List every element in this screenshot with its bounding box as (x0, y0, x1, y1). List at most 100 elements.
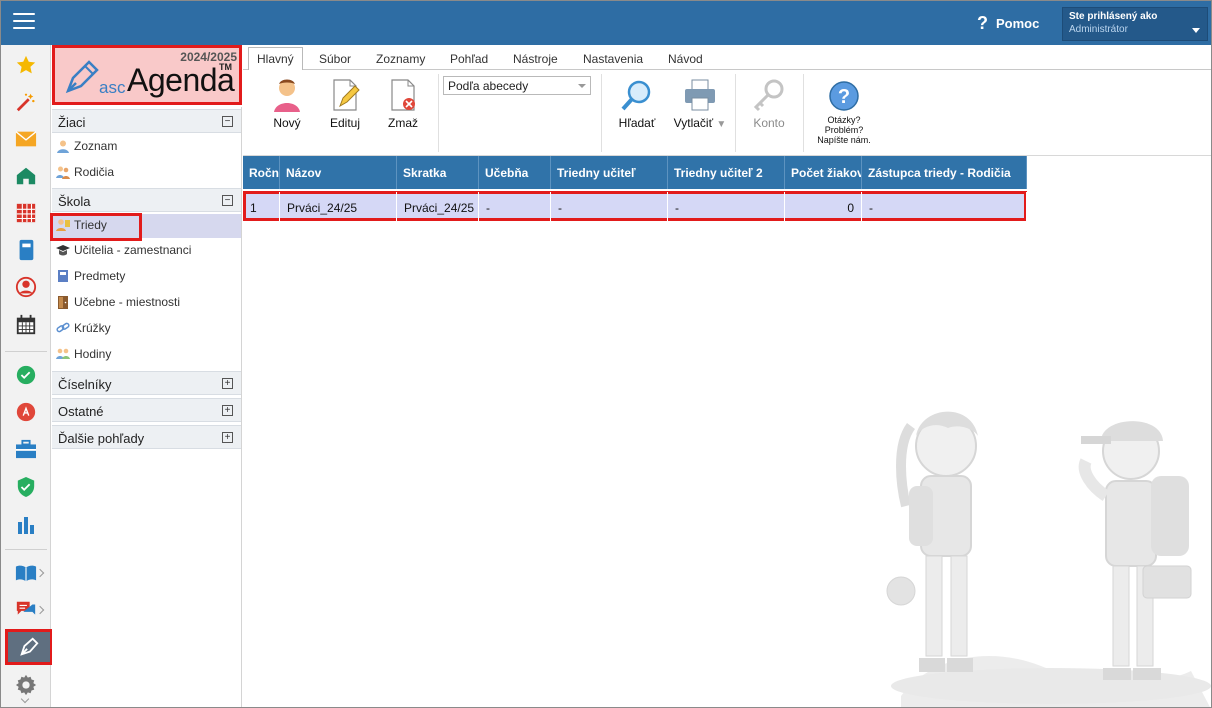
magic-wand-icon[interactable] (14, 90, 38, 114)
chevron-down-icon: ▼ (716, 119, 727, 130)
new-person-icon (274, 79, 300, 112)
cell-triedny-ucitel: - (551, 192, 668, 223)
module-rail (1, 45, 53, 707)
gear-icon[interactable] (14, 673, 38, 697)
timetable-grid-icon[interactable] (14, 201, 38, 225)
nav-item-rodicia[interactable]: Rodičia (52, 161, 241, 185)
cell-triedny-ucitel-2: - (668, 192, 785, 223)
user-menu[interactable]: Ste prihlásený ako Administrátor (1062, 7, 1208, 41)
column-header-triedny-ucitel-2[interactable]: Triedny učiteľ 2 (668, 156, 785, 189)
column-header-skratka[interactable]: Skratka (397, 156, 479, 189)
briefcase-icon[interactable] (14, 437, 38, 461)
user-name: Administrátor (1069, 24, 1128, 35)
group-ostatne[interactable]: Ostatné + (52, 398, 241, 422)
column-header-triedny-ucitel[interactable]: Triedny učiteľ (551, 156, 668, 189)
group-dalsie-pohlady[interactable]: Ďalšie pohľady + (52, 425, 241, 449)
sort-select[interactable]: Podľa abecedy (443, 76, 591, 95)
book-icon (58, 270, 68, 282)
help-button[interactable]: ? Pomoc (977, 13, 1039, 34)
hamburger-menu-icon[interactable] (13, 13, 35, 33)
search-icon (621, 80, 651, 111)
collapse-icon[interactable]: − (222, 195, 233, 206)
selection-highlight (50, 213, 142, 241)
group-ciselniky[interactable]: Číselníky + (52, 371, 241, 395)
cell-zastupca: - (862, 192, 1027, 223)
collapse-icon[interactable]: − (222, 116, 233, 127)
graduation-cap-icon (56, 245, 70, 256)
help-label: Pomoc (996, 16, 1040, 31)
students-illustration (886, 411, 1211, 707)
expand-icon[interactable]: + (222, 378, 233, 389)
pen-logo-icon (65, 60, 99, 94)
tab-zoznamy[interactable]: Zoznamy (376, 49, 425, 69)
tab-nastavenia[interactable]: Nastavenia (583, 49, 643, 69)
user-label: Ste prihlásený ako (1069, 11, 1158, 22)
chat-bubbles-icon[interactable] (14, 598, 38, 622)
star-icon[interactable] (14, 53, 38, 77)
expand-icon[interactable]: + (222, 405, 233, 416)
app-window: ? Pomoc Ste prihlásený ako Administrátor (0, 0, 1212, 708)
tab-navod[interactable]: Návod (668, 49, 703, 69)
nav-item-kruzky[interactable]: Krúžky (52, 317, 241, 341)
contact-support-button[interactable]: ? Otázky? Problém? Napíšte nám. (811, 80, 877, 145)
nav-item-zoznam[interactable]: Zoznam (52, 135, 241, 159)
printer-icon (685, 79, 715, 111)
ribbon-tabs: Hlavný Súbor Zoznamy Pohľad Nástroje Nas… (243, 45, 1211, 71)
help-circle-icon: ? (829, 81, 859, 111)
tab-subor[interactable]: Súbor (319, 49, 351, 69)
navigation-tree: Žiaci − Zoznam Rodičia Škola − Triedy Uč… (50, 107, 242, 707)
group-skola[interactable]: Škola − (52, 188, 241, 212)
checkmark-circle-icon[interactable] (14, 363, 38, 387)
group-icon (56, 348, 70, 359)
person-alert-icon[interactable] (14, 275, 38, 299)
edit-button[interactable]: Edituj (327, 78, 363, 130)
delete-button[interactable]: Zmaž (385, 78, 421, 130)
column-header-zastupca[interactable]: Zástupca triedy - Rodičia (862, 156, 1027, 189)
question-mark-icon: ? (977, 13, 988, 33)
edit-document-icon (333, 79, 360, 111)
nav-item-ucebne[interactable]: Učebne - miestnosti (52, 291, 241, 315)
column-header-ucebna[interactable]: Učebňa (479, 156, 551, 189)
student-icon (57, 140, 69, 153)
door-icon (58, 296, 68, 309)
cell-pocet-ziakov: 0 (785, 192, 862, 223)
key-icon (753, 79, 784, 112)
logo-asc: asc (99, 78, 126, 97)
notebook-icon[interactable] (14, 238, 38, 262)
top-bar: ? Pomoc Ste prihlásený ako Administrátor (1, 1, 1211, 45)
mail-icon[interactable] (14, 127, 38, 151)
tab-pohlad[interactable]: Pohľad (450, 49, 488, 69)
chevron-down-icon (578, 84, 586, 88)
tab-nastroje[interactable]: Nástroje (513, 49, 558, 69)
calendar-icon[interactable] (14, 313, 38, 337)
nav-item-predmety[interactable]: Predmety (52, 265, 241, 289)
account-button: Konto (749, 78, 789, 130)
delete-document-icon (391, 79, 415, 111)
group-ziaci[interactable]: Žiaci − (52, 109, 241, 133)
shield-check-icon[interactable] (14, 475, 38, 499)
bar-chart-icon[interactable] (14, 512, 38, 536)
column-header-rocnik[interactable]: Roční (243, 156, 280, 189)
column-header-pocet-ziakov[interactable]: Počet žiakov (785, 156, 862, 189)
expand-icon[interactable]: + (222, 432, 233, 443)
search-button[interactable]: Hľadať (615, 78, 659, 130)
cell-skratka: Prváci_24/25 (397, 192, 479, 223)
open-book-icon[interactable] (14, 561, 38, 585)
print-button[interactable]: Vytlačiť ▼ (671, 78, 729, 130)
cell-nazov: Prváci_24/25 (280, 192, 397, 223)
column-header-nazov[interactable]: Názov (280, 156, 397, 189)
chevron-down-icon (1192, 28, 1200, 33)
tab-hlavny[interactable]: Hlavný (248, 47, 303, 71)
parents-icon (56, 166, 70, 179)
pen-icon (20, 637, 39, 656)
cell-rocnik: 1 (243, 192, 280, 223)
grade-mark-icon[interactable] (14, 400, 38, 424)
svg-text:?: ? (838, 86, 850, 108)
ribbon-toolbar: Nový Edituj Zmaž Podľa abecedy Hľadať Vy… (243, 70, 1211, 156)
nav-item-ucitelia[interactable]: Učitelia - zamestnanci (52, 239, 241, 263)
home-icon[interactable] (14, 164, 38, 188)
agenda-module-button[interactable] (5, 629, 53, 665)
new-button[interactable]: Nový (269, 78, 305, 130)
logo-tm: TM (219, 62, 232, 72)
nav-item-hodiny[interactable]: Hodiny (52, 343, 241, 367)
